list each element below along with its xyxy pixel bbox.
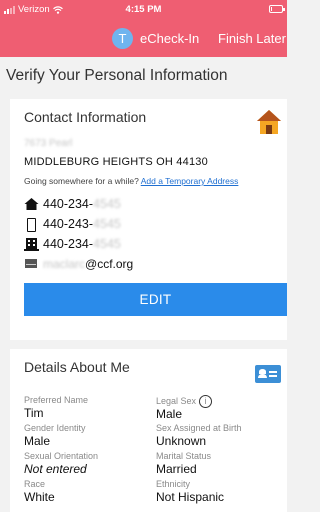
home-phone-redacted: 4545 (93, 197, 121, 211)
work-phone-row: 440-234- 4545 (24, 237, 121, 251)
ethnicity-label: Ethnicity (156, 479, 191, 489)
email-row: maclarc @ccf.org (24, 257, 133, 271)
temporary-address-text: Going somewhere for a while? (24, 176, 139, 186)
app-header: T eCheck-In Finish Later (0, 20, 287, 57)
sex-at-birth-value: Unknown (156, 434, 207, 448)
edit-button[interactable]: EDIT (24, 283, 287, 316)
status-bar: Verizon 4:15 PM (0, 0, 287, 20)
gender-identity-label: Gender Identity (24, 423, 86, 433)
gender-identity-value: Male (24, 434, 51, 448)
sex-at-birth-label: Sex Assigned at Birth (156, 423, 242, 433)
details-about-me-card: Details About Me Preferred Name Tim Lega… (10, 349, 287, 512)
preferred-name-label: Preferred Name (24, 395, 89, 405)
battery-icon (269, 5, 285, 13)
marital-status-label: Marital Status (156, 451, 212, 461)
work-phone-prefix: 440-234- (43, 237, 94, 251)
finish-later-button[interactable]: Finish Later (218, 31, 286, 46)
app-logo-icon: T (112, 28, 133, 49)
legal-sex-label-text: Legal Sex (156, 395, 197, 406)
street-address: 7673 Pearl (24, 138, 73, 149)
mobile-phone-redacted: 4545 (93, 217, 121, 231)
battery-fill (271, 7, 272, 11)
sexual-orientation-value: Not entered (24, 462, 87, 476)
contact-card-title: Contact Information (24, 109, 147, 125)
home-phone-row: 440-234- 4545 (24, 197, 121, 211)
mobile-phone-icon (24, 217, 39, 232)
work-phone-icon (24, 238, 39, 251)
add-temporary-address-link[interactable]: Add a Temporary Address (141, 176, 239, 186)
email-redacted: maclarc (43, 257, 86, 271)
mobile-phone-row: 440-243- 4545 (24, 217, 121, 232)
email-icon (24, 257, 39, 271)
status-time: 4:15 PM (125, 4, 162, 15)
race-label: Race (24, 479, 46, 489)
contact-information-card: Contact Information 7673 Pearl MIDDLEBUR… (10, 99, 287, 340)
ethnicity-value: Not Hispanic (156, 490, 225, 504)
details-card-title: Details About Me (24, 359, 130, 375)
id-card-icon (255, 365, 281, 383)
preferred-name-value: Tim (24, 406, 44, 420)
mobile-phone-prefix: 440-243- (43, 217, 94, 231)
city-state-zip: MIDDLEBURG HEIGHTS OH 44130 (24, 156, 208, 168)
email-domain: @ccf.org (85, 257, 134, 271)
race-value: White (24, 490, 55, 504)
app-title: eCheck-In (140, 31, 200, 46)
sexual-orientation-label: Sexual Orientation (24, 451, 99, 461)
home-phone-icon (24, 198, 39, 210)
house-icon (257, 110, 281, 134)
work-phone-redacted: 4545 (93, 237, 121, 251)
info-icon[interactable]: i (199, 395, 213, 408)
temporary-address-prompt: Going somewhere for a while? Add a Tempo… (24, 176, 238, 186)
marital-status-value: Married (156, 462, 197, 476)
page-title: Verify Your Personal Information (6, 67, 228, 84)
legal-sex-value: Male (156, 407, 183, 421)
home-phone-prefix: 440-234- (43, 197, 94, 211)
